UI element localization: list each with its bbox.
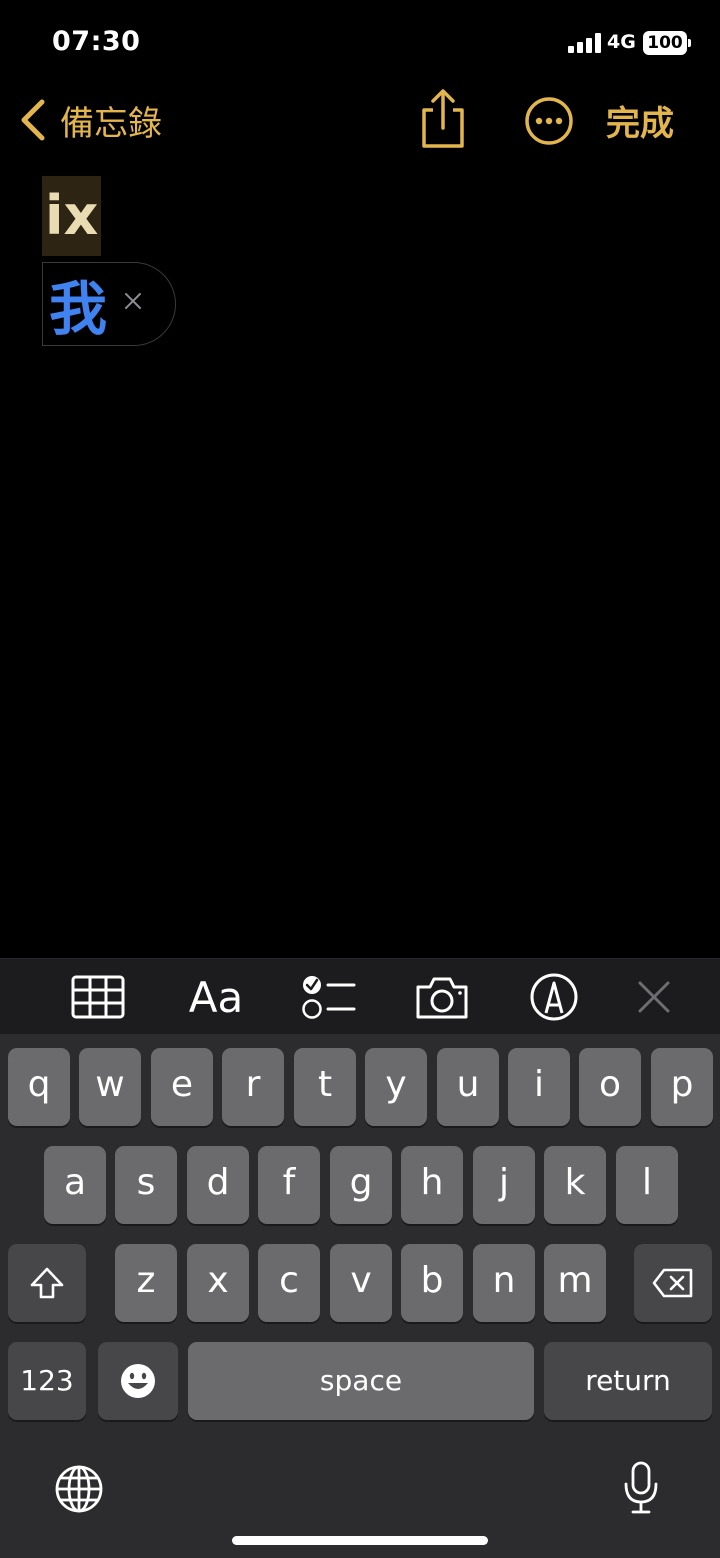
key-b[interactable]: b bbox=[401, 1244, 463, 1322]
globe-button[interactable] bbox=[54, 1464, 104, 1514]
key-e[interactable]: e bbox=[151, 1048, 213, 1126]
dictation-button[interactable] bbox=[622, 1460, 660, 1516]
numbers-key[interactable]: 123 bbox=[8, 1342, 86, 1420]
emoji-key[interactable] bbox=[98, 1342, 178, 1420]
key-x[interactable]: x bbox=[187, 1244, 249, 1322]
close-toolbar-button[interactable] bbox=[626, 971, 682, 1023]
camera-button[interactable] bbox=[414, 971, 470, 1023]
key-k[interactable]: k bbox=[544, 1146, 606, 1224]
keyboard: q w e r t y u i o p a s d f g h j k l z … bbox=[0, 1034, 720, 1558]
emoji-icon bbox=[121, 1364, 155, 1398]
back-label: 備忘錄 bbox=[60, 103, 162, 144]
key-g[interactable]: g bbox=[330, 1146, 392, 1224]
globe-icon bbox=[55, 1465, 103, 1513]
share-icon bbox=[422, 89, 464, 148]
status-bar: 07:30 4G 100 bbox=[0, 0, 720, 86]
ellipsis-circle-icon bbox=[525, 97, 573, 145]
key-n[interactable]: n bbox=[473, 1244, 535, 1322]
format-label: Aa bbox=[188, 972, 244, 1022]
key-y[interactable]: y bbox=[365, 1048, 427, 1126]
key-f[interactable]: f bbox=[258, 1146, 320, 1224]
backspace-icon bbox=[652, 1268, 693, 1298]
candidate-text[interactable]: 我 bbox=[49, 262, 107, 346]
key-w[interactable]: w bbox=[79, 1048, 141, 1126]
checklist-button[interactable] bbox=[300, 971, 356, 1023]
more-options-button[interactable] bbox=[524, 96, 574, 146]
battery-cap bbox=[688, 39, 691, 47]
battery-icon: 100 bbox=[643, 31, 687, 55]
delete-key[interactable] bbox=[634, 1244, 712, 1322]
key-z[interactable]: z bbox=[115, 1244, 177, 1322]
key-l[interactable]: l bbox=[616, 1146, 678, 1224]
key-r[interactable]: r bbox=[222, 1048, 284, 1126]
shift-icon bbox=[30, 1267, 64, 1299]
key-s[interactable]: s bbox=[115, 1146, 177, 1224]
key-t[interactable]: t bbox=[294, 1048, 356, 1126]
nav-bar: 備忘錄 完成 bbox=[0, 86, 720, 156]
table-button[interactable] bbox=[70, 971, 126, 1023]
keyboard-toolbar: Aa bbox=[0, 958, 720, 1034]
status-time: 07:30 bbox=[52, 26, 141, 57]
note-editor[interactable]: ix 我 bbox=[42, 176, 682, 346]
key-q[interactable]: q bbox=[8, 1048, 70, 1126]
key-m[interactable]: m bbox=[544, 1244, 606, 1322]
key-a[interactable]: a bbox=[44, 1146, 106, 1224]
network-type: 4G bbox=[607, 31, 636, 53]
done-button[interactable]: 完成 bbox=[606, 96, 674, 145]
key-o[interactable]: o bbox=[579, 1048, 641, 1126]
format-button[interactable]: Aa bbox=[186, 971, 246, 1023]
camera-icon bbox=[416, 977, 468, 1019]
home-indicator[interactable] bbox=[232, 1536, 488, 1545]
input-candidate-bubble[interactable]: 我 bbox=[42, 262, 176, 346]
markup-button[interactable] bbox=[526, 971, 582, 1023]
back-button[interactable]: 備忘錄 bbox=[18, 92, 162, 148]
key-i[interactable]: i bbox=[508, 1048, 570, 1126]
key-v[interactable]: v bbox=[330, 1244, 392, 1322]
space-key[interactable]: space bbox=[188, 1342, 534, 1420]
key-c[interactable]: c bbox=[258, 1244, 320, 1322]
key-j[interactable]: j bbox=[473, 1146, 535, 1224]
shift-key[interactable] bbox=[8, 1244, 86, 1322]
key-h[interactable]: h bbox=[401, 1146, 463, 1224]
return-key[interactable]: return bbox=[544, 1342, 712, 1420]
key-p[interactable]: p bbox=[651, 1048, 713, 1126]
key-u[interactable]: u bbox=[437, 1048, 499, 1126]
chevron-left-icon bbox=[21, 99, 45, 141]
share-button[interactable] bbox=[418, 88, 468, 150]
table-icon bbox=[71, 975, 125, 1019]
markup-icon bbox=[530, 973, 578, 1021]
marked-input-text[interactable]: ix bbox=[42, 176, 102, 256]
microphone-icon bbox=[624, 1461, 658, 1514]
close-icon[interactable] bbox=[121, 289, 145, 313]
close-icon bbox=[638, 981, 670, 1013]
checklist-icon bbox=[302, 976, 356, 1019]
signal-strength-icon bbox=[568, 33, 602, 53]
key-d[interactable]: d bbox=[187, 1146, 249, 1224]
